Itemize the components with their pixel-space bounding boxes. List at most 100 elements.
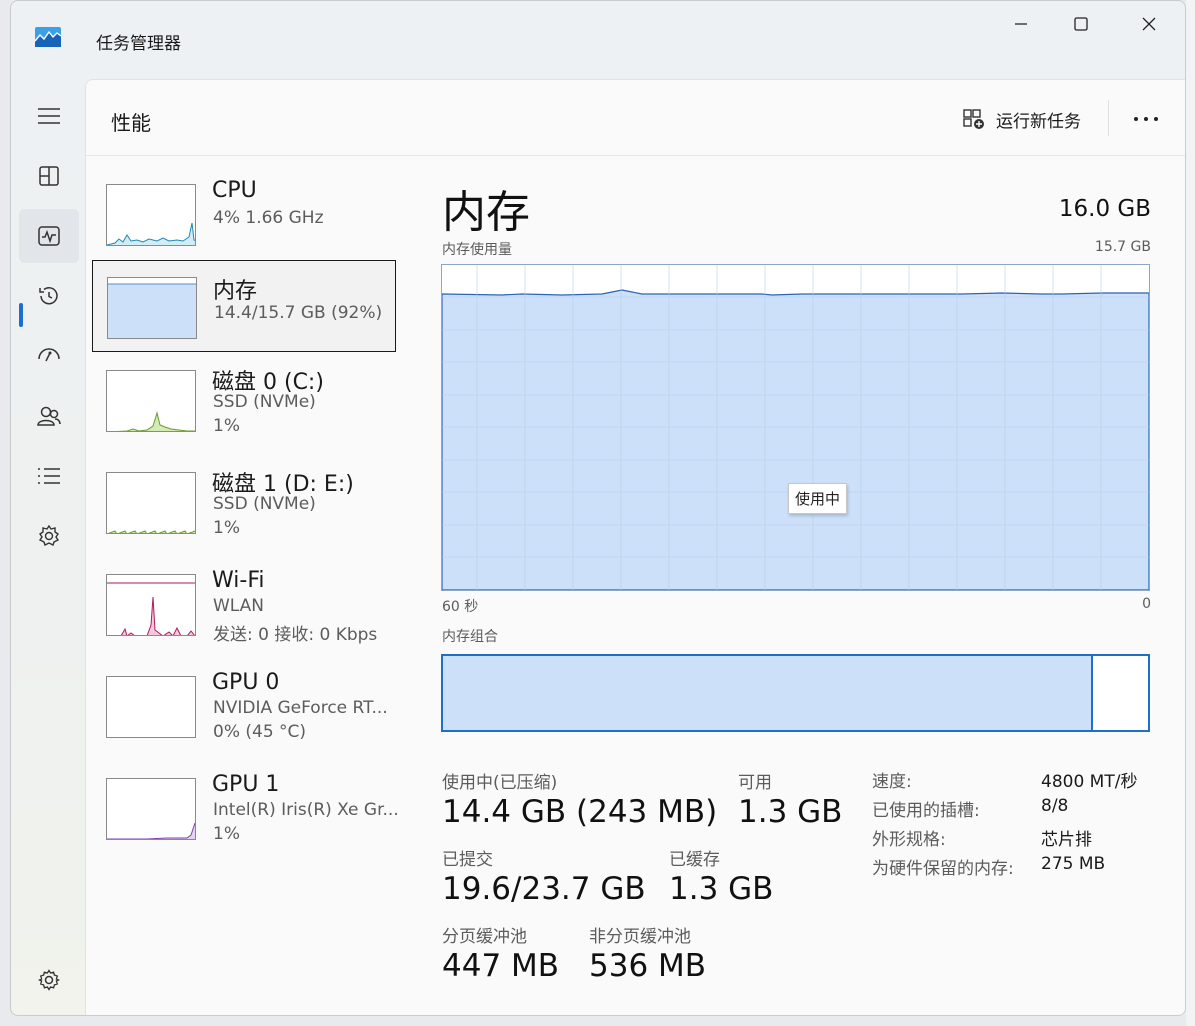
perf-item-detail: 4% 1.66 GHz <box>213 208 324 228</box>
paged-pool-value: 447 MB <box>442 948 560 984</box>
usage-graph-max: 15.7 GB <box>1094 239 1151 255</box>
memory-composition-bar[interactable] <box>441 654 1150 732</box>
perf-item-usage: 0% (45 °C) <box>213 722 307 742</box>
disk0-thumbnail-graph <box>106 370 196 432</box>
navigation-rail <box>11 81 85 1015</box>
run-new-task-button[interactable]: 运行新任务 <box>962 104 1081 134</box>
cpu-thumbnail-graph <box>106 184 196 246</box>
performance-icon <box>38 226 60 246</box>
perf-item-detail: WLAN <box>213 596 265 616</box>
composition-in-use <box>443 656 1093 730</box>
hamburger-menu-icon <box>38 108 60 124</box>
maximize-button[interactable] <box>1051 9 1111 39</box>
speed-value: 4800 MT/秒 <box>1041 772 1138 792</box>
nav-settings[interactable] <box>19 953 79 1007</box>
perf-item-gpu-1[interactable]: GPU 1 Intel(R) Iris(R) Xe Gr... 1% <box>92 770 399 862</box>
close-button[interactable] <box>1119 9 1179 39</box>
nav-details[interactable] <box>19 449 79 503</box>
nav-performance[interactable] <box>19 209 79 263</box>
details-icon <box>38 468 60 484</box>
nav-services[interactable] <box>19 509 79 563</box>
startup-apps-icon <box>38 348 60 362</box>
task-manager-app-icon <box>35 27 61 47</box>
perf-item-detail: Intel(R) Iris(R) Xe Gr... <box>213 800 399 820</box>
memory-usage-graph-svg <box>441 265 1150 591</box>
graph-axis-start: 60 秒 <box>442 599 479 615</box>
perf-item-usage: 1% <box>213 416 240 436</box>
perf-item-name: CPU <box>212 178 257 203</box>
page-header: 性能 运行新任务 <box>86 80 1185 156</box>
perf-item-name: 内存 <box>213 279 258 304</box>
header-divider <box>1108 100 1109 136</box>
available-label: 可用 <box>738 773 772 793</box>
background-window-peek <box>1186 0 1195 1026</box>
perf-item-detail: NVIDIA GeForce RT... <box>213 698 388 718</box>
nav-app-history[interactable] <box>19 269 79 323</box>
disk1-thumbnail-graph <box>106 472 196 534</box>
paged-pool-label: 分页缓冲池 <box>442 927 527 947</box>
speed-label: 速度: <box>872 772 912 792</box>
services-icon <box>38 524 60 546</box>
nonpaged-pool-value: 536 MB <box>589 948 707 984</box>
perf-item-name: GPU 1 <box>212 772 280 797</box>
minimize-icon <box>1015 23 1027 25</box>
committed-label: 已提交 <box>442 850 493 870</box>
perf-item-detail: SSD (NVMe) <box>213 494 316 514</box>
settings-icon <box>37 969 61 991</box>
more-options-button[interactable] <box>1126 104 1166 134</box>
users-icon <box>37 406 61 426</box>
close-icon <box>1142 17 1156 31</box>
perf-item-cpu[interactable]: CPU 4% 1.66 GHz <box>92 176 396 268</box>
window-title: 任务管理器 <box>96 34 181 54</box>
in-use-label: 使用中(已压缩) <box>442 773 558 793</box>
main-content: 性能 运行新任务 CPU 4% 1.66 GHz 内存 14.4/15.7 GB… <box>85 79 1185 1015</box>
usage-graph-label: 内存使用量 <box>442 242 512 258</box>
perf-item-throughput: 发送: 0 接收: 0 Kbps <box>213 625 378 645</box>
form-factor-label: 外形规格: <box>872 830 946 850</box>
hardware-reserved-value: 275 MB <box>1041 854 1106 874</box>
perf-item-name: GPU 0 <box>212 670 280 695</box>
perf-item-detail: 14.4/15.7 GB (92%) <box>214 303 383 323</box>
wifi-thumbnail-graph <box>106 574 196 636</box>
nav-processes[interactable] <box>19 149 79 203</box>
gpu1-thumbnail-graph <box>106 778 196 840</box>
perf-item-wifi[interactable]: Wi-Fi WLAN 发送: 0 接收: 0 Kbps <box>92 566 396 658</box>
graph-axis-end: 0 <box>1142 596 1151 612</box>
nav-startup-apps[interactable] <box>19 329 79 383</box>
title-bar[interactable]: 任务管理器 <box>11 1 1185 77</box>
committed-value: 19.6/23.7 GB <box>442 871 646 907</box>
in-use-value: 14.4 GB (243 MB) <box>442 794 718 830</box>
cached-value: 1.3 GB <box>669 871 774 907</box>
memory-usage-graph[interactable]: 使用中 <box>441 264 1150 591</box>
nav-users[interactable] <box>19 389 79 443</box>
slots-used-label: 已使用的插槽: <box>872 801 980 821</box>
available-value: 1.3 GB <box>738 794 843 830</box>
hardware-reserved-label: 为硬件保留的内存: <box>872 859 1014 879</box>
composition-label: 内存组合 <box>442 629 498 645</box>
form-factor-value: 芯片排 <box>1041 830 1092 850</box>
perf-item-detail: SSD (NVMe) <box>213 392 316 412</box>
nonpaged-pool-label: 非分页缓冲池 <box>589 927 691 947</box>
task-manager-window: 任务管理器 性能 运行新任务 CPU 4% 1.66 GHz 内存 14.4/1… <box>10 0 1186 1016</box>
app-history-icon <box>39 287 58 305</box>
perf-item-usage: 1% <box>213 824 240 844</box>
gpu0-thumbnail-graph <box>106 676 196 738</box>
page-title: 性能 <box>111 111 151 135</box>
total-memory: 16.0 GB <box>1058 196 1151 222</box>
perf-item-usage: 1% <box>213 518 240 538</box>
perf-item-gpu-0[interactable]: GPU 0 NVIDIA GeForce RT... 0% (45 °C) <box>92 668 396 760</box>
perf-item-memory[interactable]: 内存 14.4/15.7 GB (92%) <box>92 260 396 352</box>
slots-used-value: 8/8 <box>1041 796 1069 816</box>
perf-item-disk-0[interactable]: 磁盘 0 (C:) SSD (NVMe) 1% <box>92 362 396 454</box>
cached-label: 已缓存 <box>669 850 720 870</box>
detail-title: 内存 <box>442 187 530 238</box>
maximize-icon <box>1074 17 1088 31</box>
hamburger-menu-button[interactable] <box>19 89 79 143</box>
memory-thumbnail-graph <box>107 277 197 339</box>
run-new-task-label: 运行新任务 <box>996 111 1081 132</box>
minimize-button[interactable] <box>991 9 1051 39</box>
more-icon <box>1134 117 1158 121</box>
perf-item-disk-1[interactable]: 磁盘 1 (D: E:) SSD (NVMe) 1% <box>92 464 396 556</box>
graph-tooltip: 使用中 <box>788 483 848 514</box>
perf-item-name: Wi-Fi <box>212 568 265 593</box>
